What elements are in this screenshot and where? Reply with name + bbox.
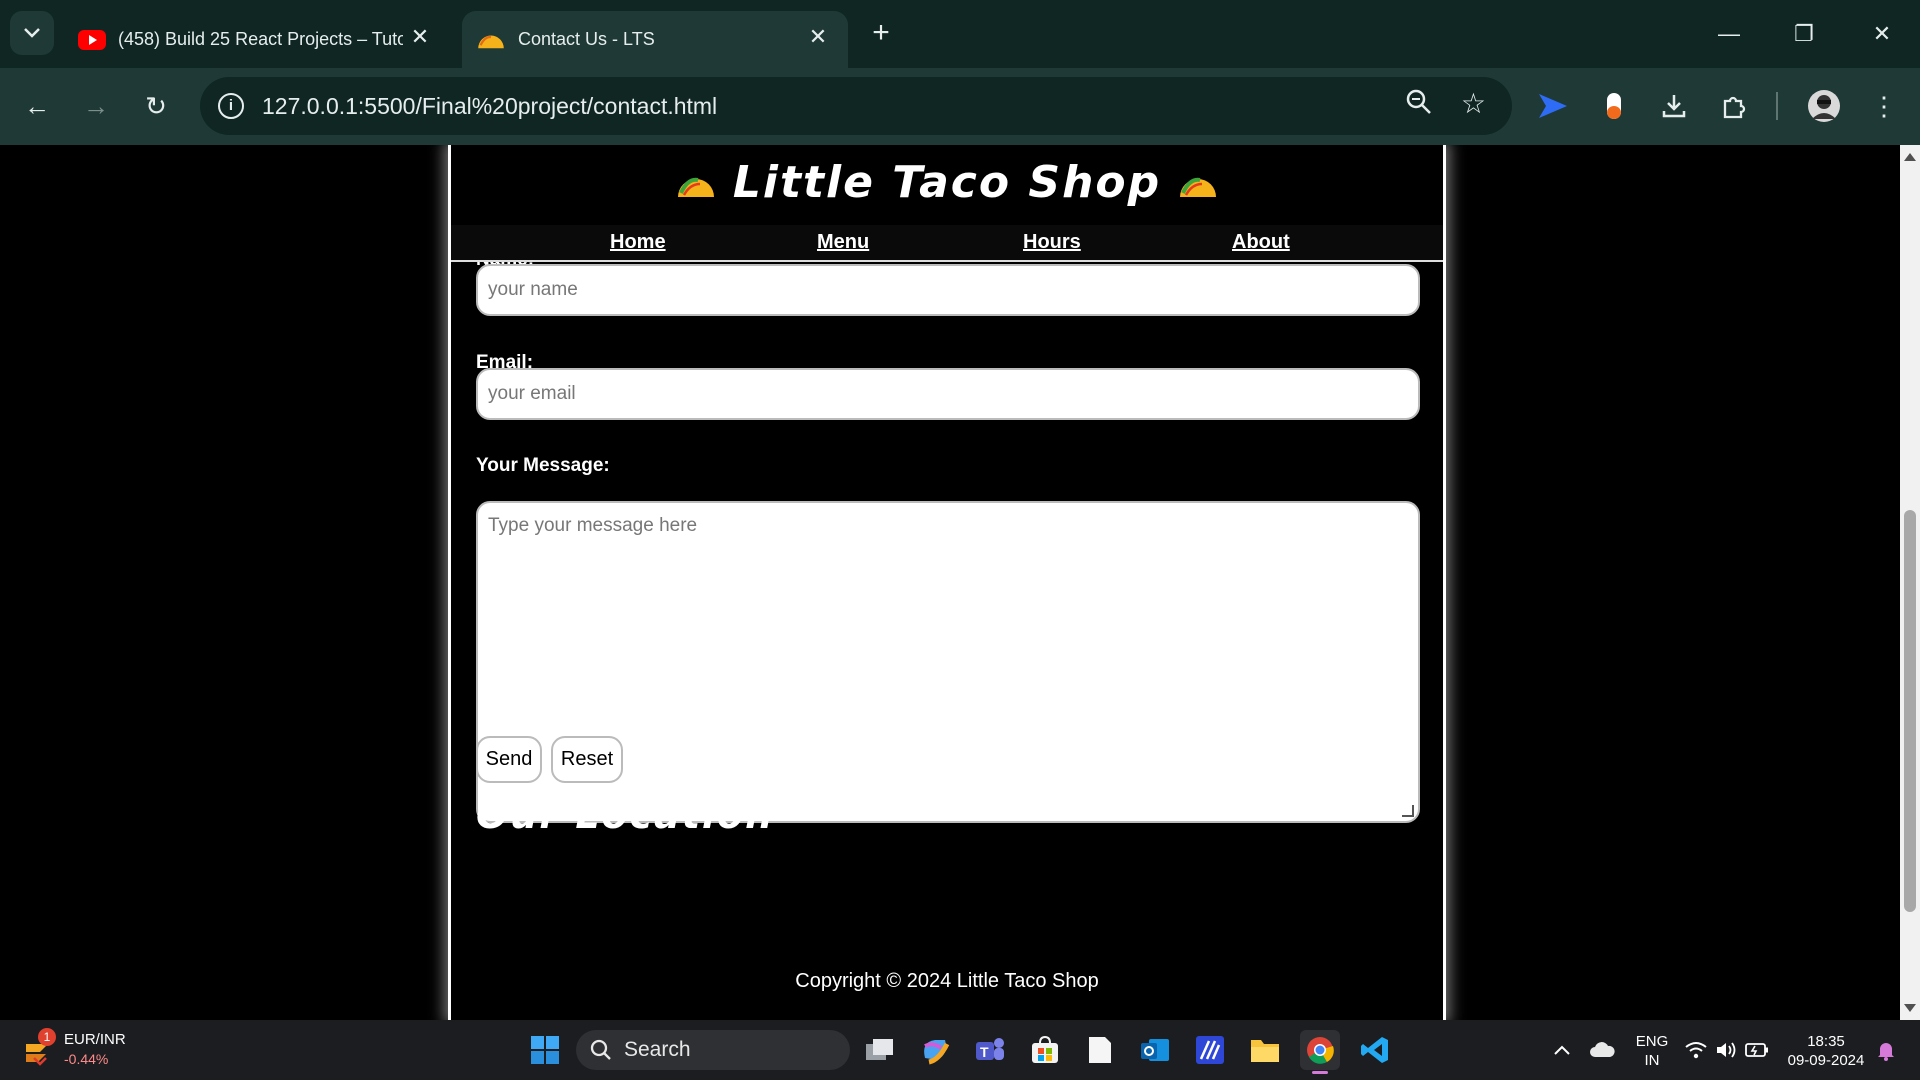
nav-home-link[interactable]: Home [610, 231, 666, 254]
window-close-icon[interactable]: ✕ [1864, 16, 1900, 52]
chevron-down-icon [24, 28, 40, 38]
message-label: Your Message: [476, 455, 610, 476]
downloads-icon[interactable] [1654, 86, 1694, 126]
nav-about-link[interactable]: About [1232, 231, 1290, 254]
toolbar-divider [1776, 92, 1778, 120]
search-label: Search [624, 1038, 691, 1061]
clock-date: 09-09-2024 [1787, 1052, 1865, 1069]
widget-pair[interactable]: EUR/INR [64, 1031, 126, 1048]
chrome-taskbar-icon[interactable] [1300, 1030, 1340, 1074]
send-button[interactable]: Send [476, 736, 542, 783]
notepad-icon[interactable] [1080, 1030, 1120, 1070]
taco-icon [677, 177, 714, 197]
active-app-indicator [1312, 1071, 1328, 1074]
new-tab-button[interactable]: + [866, 18, 896, 48]
url-text[interactable]: 127.0.0.1:5500/Final%20project/contact.h… [262, 93, 717, 120]
taco-favicon-icon [478, 35, 504, 48]
widget-badge: 1 [38, 1028, 56, 1046]
vscode-icon[interactable] [1355, 1030, 1395, 1070]
main-nav: Home Menu Hours About [451, 225, 1443, 262]
site-info-icon[interactable]: i [218, 93, 244, 119]
tab-title: Contact Us - LTS [518, 29, 655, 49]
name-input[interactable]: your name [476, 264, 1420, 316]
language-indicator[interactable]: ENG IN [1632, 1032, 1672, 1070]
forward-icon[interactable]: → [76, 86, 116, 126]
scroll-down-icon[interactable] [1904, 1004, 1916, 1012]
browser-toolbar: ← → ↻ i 127.0.0.1:5500/Final%20project/c… [0, 68, 1920, 145]
resize-handle-icon[interactable] [1402, 805, 1414, 817]
scroll-up-icon[interactable] [1904, 153, 1916, 161]
extension-capsule-icon[interactable] [1594, 86, 1634, 126]
contact-form: Name: your name Email: your email Your M… [451, 255, 1443, 920]
search-icon [590, 1039, 611, 1060]
site-brand: Little Taco Shop [451, 157, 1443, 208]
start-windows-icon[interactable] [525, 1030, 565, 1070]
address-bar[interactable]: i 127.0.0.1:5500/Final%20project/contact… [200, 77, 1512, 135]
taco-icon [1180, 177, 1217, 197]
tab-search-button[interactable] [10, 11, 54, 55]
page-scrollbar[interactable] [1900, 145, 1920, 1020]
widget-change: -0.44% [64, 1051, 109, 1067]
file-explorer-icon[interactable] [1245, 1030, 1285, 1070]
profile-avatar[interactable] [1804, 86, 1844, 126]
task-view-icon[interactable] [860, 1030, 900, 1070]
site-footer: Copyright © 2024 Little Taco Shop [795, 970, 1099, 992]
tab-title: (458) Build 25 React Projects – Tuto [118, 29, 403, 49]
scroll-thumb[interactable] [1904, 510, 1916, 912]
reset-button[interactable]: Reset [551, 736, 623, 783]
tab-close-icon[interactable]: ✕ [806, 24, 830, 49]
page-container: Name: your name Email: your email Your M… [448, 145, 1446, 1020]
tab-close-icon[interactable]: ✕ [408, 24, 432, 49]
clock-time: 18:35 [1807, 1033, 1845, 1050]
youtube-icon [78, 29, 106, 50]
zoom-icon[interactable] [1406, 89, 1432, 122]
lang-bottom: IN [1644, 1052, 1660, 1069]
bookmark-star-icon[interactable]: ☆ [1461, 87, 1486, 120]
outlook-icon[interactable] [1135, 1030, 1175, 1070]
chevron-up-icon[interactable] [1542, 1030, 1582, 1070]
stocks-widget-icon[interactable]: 1 [22, 1028, 58, 1068]
onedrive-cloud-icon[interactable] [1582, 1030, 1622, 1070]
message-placeholder: Type your message here [488, 515, 698, 536]
windows-taskbar: 1 EUR/INR -0.44% Search T ENG IN 18:35 0… [0, 1020, 1920, 1080]
nav-menu-link[interactable]: Menu [817, 231, 869, 254]
email-input[interactable]: your email [476, 368, 1420, 420]
azure-app-icon[interactable] [1190, 1030, 1230, 1070]
location-heading: Our Location [476, 793, 775, 837]
clock[interactable]: 18:35 09-09-2024 [1784, 1032, 1868, 1070]
site-header: Little Taco Shop Home Menu Hours About [451, 145, 1443, 262]
brand-title: Little Taco Shop [732, 157, 1162, 208]
browser-menu-icon[interactable]: ⋮ [1864, 86, 1904, 126]
copilot-icon[interactable] [915, 1030, 955, 1070]
tab-contact[interactable]: Contact Us - LTS ✕ [462, 11, 848, 68]
tab-youtube[interactable]: (458) Build 25 React Projects – Tuto ✕ [64, 11, 450, 68]
back-icon[interactable]: ← [17, 86, 57, 126]
battery-icon[interactable] [1737, 1030, 1777, 1070]
page-viewport: Name: your name Email: your email Your M… [0, 145, 1900, 1020]
reload-icon[interactable]: ↻ [136, 86, 176, 126]
restore-icon[interactable]: ❐ [1786, 16, 1822, 52]
taskbar-search[interactable]: Search [576, 1030, 850, 1070]
minimize-icon[interactable]: — [1711, 16, 1747, 52]
teams-icon[interactable]: T [970, 1030, 1010, 1070]
svg-text:T: T [980, 1044, 989, 1060]
store-icon[interactable] [1025, 1030, 1065, 1070]
notification-bell-icon[interactable] [1866, 1030, 1906, 1070]
nav-hours-link[interactable]: Hours [1023, 231, 1081, 254]
lang-top: ENG [1635, 1033, 1669, 1050]
browser-tab-bar: (458) Build 25 React Projects – Tuto ✕ C… [0, 0, 1920, 68]
extensions-puzzle-icon[interactable] [1714, 86, 1754, 126]
extension-arrow-icon[interactable] [1533, 86, 1573, 126]
